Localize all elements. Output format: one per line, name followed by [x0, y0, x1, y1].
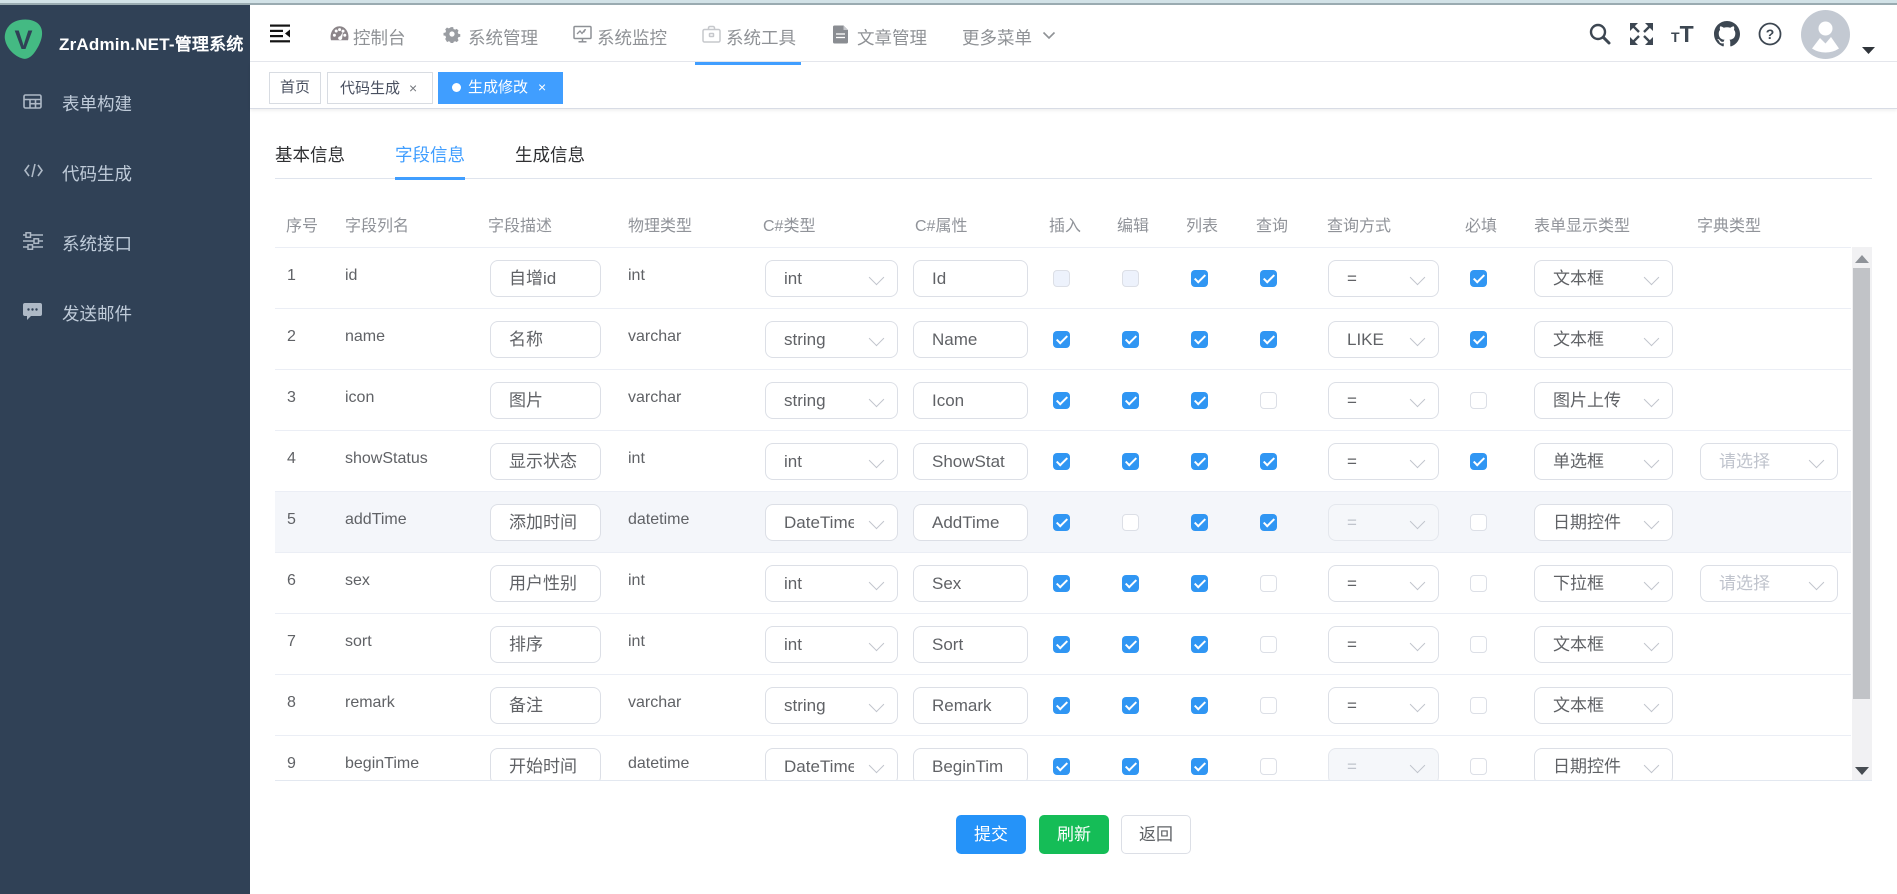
- svg-text:V: V: [14, 25, 32, 55]
- svg-text:?: ?: [1766, 26, 1775, 42]
